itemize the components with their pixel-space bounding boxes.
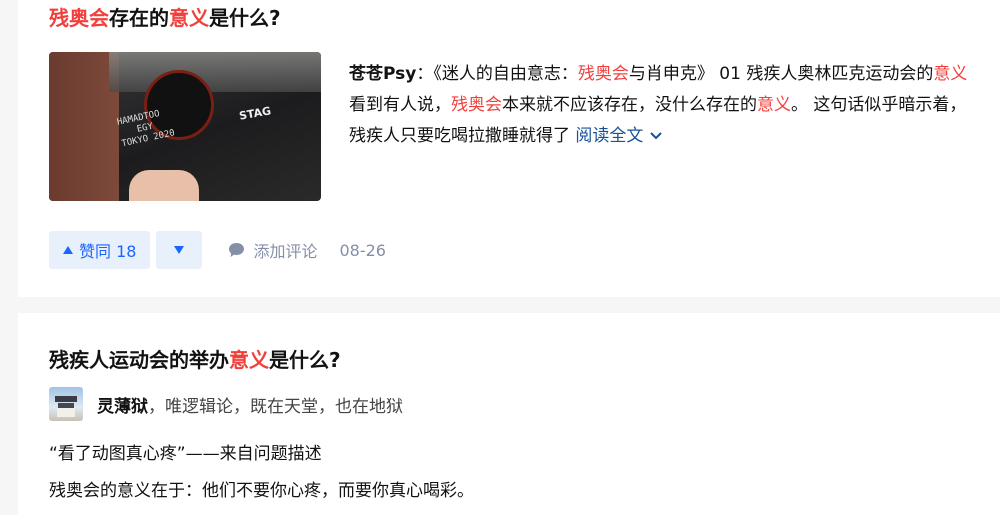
- add-comment-button[interactable]: 添加评论: [228, 238, 317, 262]
- excerpt-text: 本来就不应该存在，没什么存在的: [502, 95, 757, 115]
- read-full-link[interactable]: 阅读全文: [575, 126, 662, 146]
- author-bio: ，唯逻辑论，既在天堂，也在地狱: [148, 396, 403, 417]
- thumbnail-hand: [129, 170, 199, 201]
- search-result-card-2: 残疾人运动会的举办意义是什么? 灵薄狱 ，唯逻辑论，既在天堂，也在地狱 “看了动…: [18, 313, 1000, 515]
- avatar-shape: [57, 408, 75, 417]
- title-highlight: 意义: [229, 348, 269, 372]
- excerpt-highlight: 残奥会: [451, 95, 502, 115]
- upvote-button[interactable]: 赞同 18: [49, 231, 151, 269]
- comment-bubble-icon: [229, 243, 245, 257]
- author-row: 灵薄狱 ，唯逻辑论，既在天堂，也在地狱: [49, 387, 403, 421]
- title-highlight: 意义: [169, 6, 209, 30]
- excerpt-text: 看到有人说，: [349, 95, 451, 115]
- excerpt-highlight: 意义: [933, 64, 968, 84]
- upvote-label: 赞同 18: [79, 242, 137, 261]
- title-text: 存在的: [109, 6, 169, 30]
- answer-text-line[interactable]: “看了动图真心疼”——来自问题描述: [49, 442, 322, 466]
- add-comment-label: 添加评论: [253, 242, 318, 261]
- downvote-button[interactable]: [156, 231, 203, 269]
- title-text: 是什么?: [209, 6, 281, 30]
- title-highlight: 残奥会: [49, 6, 109, 30]
- question-title[interactable]: 残疾人运动会的举办意义是什么?: [49, 347, 341, 373]
- excerpt-text: ：《迷人的自由意志：: [416, 64, 578, 84]
- triangle-up-icon: [63, 246, 73, 254]
- triangle-down-icon: [174, 246, 185, 254]
- answer-excerpt[interactable]: 苍苍Psy：《迷人的自由意志：残奥会与肖申克》 01 残疾人奥林匹克运动会的意义…: [349, 59, 969, 152]
- excerpt-author: 苍苍Psy: [349, 64, 417, 84]
- search-result-card-1: 残奥会存在的意义是什么? HAMADTOO EGY TOKYO 2020 STA…: [18, 0, 1000, 297]
- answer-thumbnail[interactable]: HAMADTOO EGY TOKYO 2020 STAG: [49, 52, 321, 201]
- thumbnail-background: [109, 52, 321, 92]
- answer-date: 08-26: [339, 240, 386, 260]
- avatar[interactable]: [49, 387, 83, 421]
- title-text: 是什么?: [269, 348, 341, 372]
- title-text: 残疾人运动会的举办: [49, 348, 229, 372]
- answer-actions: 赞同 18 添加评论 08-26: [49, 231, 386, 269]
- avatar-shape: [55, 396, 77, 402]
- excerpt-highlight: 意义: [757, 95, 791, 115]
- read-full-label: 阅读全文: [575, 126, 644, 146]
- excerpt-highlight: 残奥会: [577, 64, 629, 84]
- excerpt-text: 与肖申克》 01 残疾人奥林匹克运动会的: [628, 64, 934, 84]
- shirt-logo: STAG: [238, 104, 273, 123]
- author-name[interactable]: 灵薄狱: [97, 392, 148, 417]
- answer-text-line[interactable]: 残奥会的意义在于：他们不要你心疼，而要你真心喝彩。: [49, 479, 474, 503]
- shirt-lettering: HAMADTOO EGY TOKYO 2020: [116, 107, 176, 151]
- question-title[interactable]: 残奥会存在的意义是什么?: [49, 5, 281, 31]
- chevron-down-icon: [650, 132, 662, 140]
